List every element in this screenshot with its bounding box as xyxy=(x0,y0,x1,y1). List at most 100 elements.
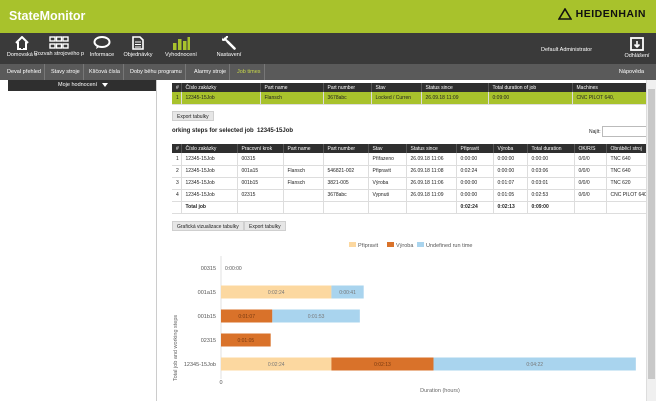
bar-chart-icon xyxy=(173,37,190,50)
help-link[interactable]: Nápověda xyxy=(619,64,644,80)
steps-header-cell[interactable]: Part name xyxy=(283,144,324,153)
main-nav: Domovská s Rozvah strojového p Informace… xyxy=(0,33,656,64)
working-steps-job: 12345-15Job xyxy=(257,128,294,134)
job-duration-chart: Připravit Výroba Undefined run time Total … xyxy=(173,242,636,394)
grid-icon xyxy=(49,36,69,49)
steps-total-cell xyxy=(283,201,324,214)
jobs-header-cell[interactable]: Machines xyxy=(572,83,656,92)
steps-cell: 001a15 xyxy=(237,165,284,178)
steps-cell: 26.09.18 11:06 xyxy=(406,153,457,166)
steps-cell: 0/0/0 xyxy=(574,165,607,178)
nav-settings-label: Nastavení xyxy=(216,52,242,58)
steps-cell xyxy=(283,153,324,166)
steps-cell: 0:00:00 xyxy=(456,189,494,202)
nav-orders[interactable]: Objednávky xyxy=(114,36,162,58)
steps-cell: 12345-15Job xyxy=(181,189,238,202)
my-evaluations-dropdown[interactable]: Moje hodnocení xyxy=(8,80,156,91)
bar-value-label: 0:02:24 xyxy=(268,290,285,296)
steps-cell: 26.09.18 11:08 xyxy=(406,165,457,178)
steps-cell: 0:00:00 xyxy=(527,153,575,166)
tab-job-times[interactable]: Job times xyxy=(234,64,265,80)
my-evaluations-label: Moje hodnocení xyxy=(58,82,98,88)
steps-cell: 12345-15Job xyxy=(181,177,238,190)
legend-label: Připravit xyxy=(358,243,379,249)
graph-view-button[interactable]: Grafická vizualizace tabulky xyxy=(172,221,244,231)
home-icon xyxy=(15,36,29,50)
jobs-header-cell[interactable]: # xyxy=(172,83,182,92)
y-tick-label: 001b15 xyxy=(198,314,216,320)
wrench-icon xyxy=(222,36,236,50)
tab-program-runtimes[interactable]: Doby běhu programu xyxy=(127,64,186,80)
steps-row[interactable]: 1 12345-15Job 00315 Přiřazeno 26.09.18 11:06… xyxy=(172,153,656,166)
jobs-row[interactable]: 1 12345-15Job Flansch 3678abc Locked / Curre… xyxy=(172,92,656,105)
x-tick-label: 0 xyxy=(219,380,222,386)
steps-header-cell[interactable]: Připravit xyxy=(456,144,494,153)
steps-cell: Flansch xyxy=(283,165,324,178)
jobs-cell: 1 xyxy=(172,92,182,105)
page-scrollbar[interactable] xyxy=(646,80,656,401)
tab-machine-states[interactable]: Stavy stroje xyxy=(48,64,84,80)
nav-messages-label: Informace xyxy=(89,52,115,58)
export-jobs-button[interactable]: Export tabulky xyxy=(172,111,214,121)
jobs-header-cell[interactable]: Part name xyxy=(260,83,324,92)
steps-header-cell[interactable]: # xyxy=(172,144,182,153)
bar-value-label: 0:00:41 xyxy=(339,290,356,296)
jobs-header-cell[interactable]: Part number xyxy=(323,83,372,92)
steps-header-cell[interactable]: Pracovní krok xyxy=(237,144,284,153)
logout-label: Odhlášení xyxy=(624,53,650,59)
y-tick-label: 001a15 xyxy=(198,290,216,296)
bar-value-label: 0:02:13 xyxy=(374,362,391,368)
steps-header-cell[interactable]: Part number xyxy=(323,144,369,153)
chart-x-axis-label: Duration (hours) xyxy=(420,388,460,394)
steps-header-cell[interactable]: Výroba xyxy=(493,144,528,153)
bar-value-label: 0:01:53 xyxy=(308,314,325,320)
steps-cell: Přiřazeno xyxy=(368,153,407,166)
logout-button[interactable]: Odhlášení xyxy=(622,37,652,59)
app-title: StateMonitor xyxy=(9,9,86,23)
steps-cell: 0/0/0 xyxy=(574,189,607,202)
steps-row[interactable]: 2 12345-15Job 001a15 Flansch 546821-002 Připr… xyxy=(172,165,656,178)
legend-swatch xyxy=(387,242,394,247)
steps-cell: 26.09.18 11:06 xyxy=(406,177,457,190)
jobs-header-cell[interactable]: Status since xyxy=(421,83,489,92)
tab-key-figures[interactable]: Klíčová čísla xyxy=(86,64,124,80)
steps-cell: 02315 xyxy=(237,189,284,202)
tab-overview[interactable]: Deval přehled xyxy=(4,64,45,80)
jobs-cell: 0:09:00 xyxy=(488,92,573,105)
jobs-header-cell[interactable]: Total duration of job xyxy=(488,83,573,92)
steps-header-cell[interactable]: Stav xyxy=(368,144,407,153)
export-steps-button[interactable]: Export tabulky xyxy=(244,221,286,231)
steps-cell: 3821-005 xyxy=(323,177,369,190)
steps-row[interactable]: 3 12345-15Job 001b15 Flansch 3821-005 Výroba 2… xyxy=(172,177,656,190)
jobs-header-cell[interactable]: Stav xyxy=(371,83,422,92)
steps-total-cell xyxy=(574,201,607,214)
scrollbar-thumb[interactable] xyxy=(648,89,655,379)
bar-value-label: 0:00:00 xyxy=(225,266,242,272)
steps-total-cell: Total job xyxy=(181,201,238,214)
steps-cell: Připravit xyxy=(368,165,407,178)
current-user[interactable]: Default Administrator xyxy=(541,47,592,53)
tab-machine-alarms[interactable]: Alarmy stroje xyxy=(191,64,231,80)
jobs-header-cell[interactable]: Číslo zakázky xyxy=(181,83,261,92)
steps-row[interactable]: 4 12345-15Job 02315 3678abc Vypnuti 26.09.18 … xyxy=(172,189,656,202)
steps-header-cell[interactable]: Total duration xyxy=(527,144,575,153)
nav-evaluation[interactable]: Vyhodnocení xyxy=(157,36,205,58)
sidebar: Moje hodnocení xyxy=(0,80,157,401)
steps-header-cell[interactable]: Status since xyxy=(406,144,457,153)
bar-value-label: 0:01:05 xyxy=(237,338,254,344)
steps-cell: Výroba xyxy=(368,177,407,190)
top-bar: StateMonitor HEIDENHAIN xyxy=(0,0,656,33)
steps-total-cell xyxy=(323,201,369,214)
steps-total-cell: 0:02:24 xyxy=(456,201,494,214)
steps-cell: 0:00:00 xyxy=(456,177,494,190)
jobs-cell: Flansch xyxy=(260,92,324,105)
jobs-cell: 3678abc xyxy=(323,92,372,105)
steps-header-cell[interactable]: Číslo zakázky xyxy=(181,144,238,153)
chart-x-ticks: 0 xyxy=(219,380,222,386)
steps-cell: 0/0/0 xyxy=(574,177,607,190)
nav-machine-layout-label: Rozvah strojového p xyxy=(33,51,85,57)
nav-settings[interactable]: Nastavení xyxy=(205,36,253,58)
steps-header-cell[interactable]: OK/R/S xyxy=(574,144,607,153)
jobs-cell: Locked / Curren xyxy=(371,92,422,105)
steps-cell xyxy=(283,189,324,202)
